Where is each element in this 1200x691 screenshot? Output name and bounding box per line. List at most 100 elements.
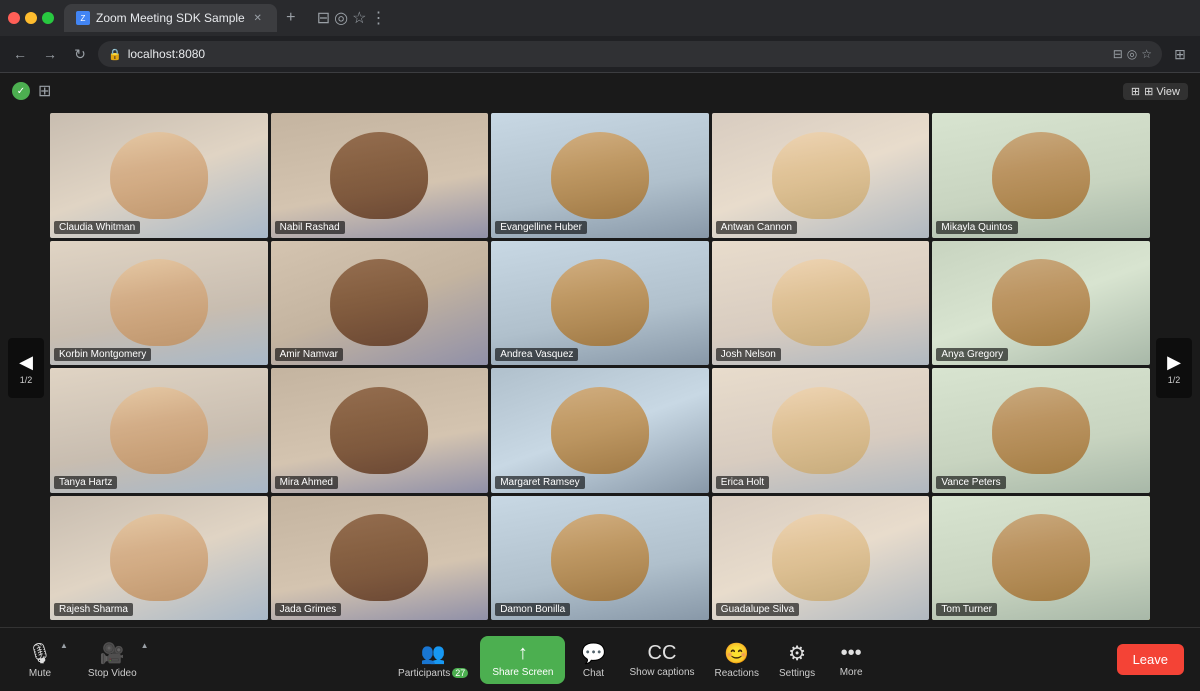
video-cell[interactable]: Tanya Hartz [50,368,268,493]
video-cell[interactable]: Mikayla Quintos [932,113,1150,238]
video-grid-container: ◀ 1/2 Claudia Whitman Nabil Rashad Evangel… [0,109,1200,627]
video-cell[interactable]: Korbin Montgomery [50,241,268,366]
menu-icon[interactable]: ⋮ [370,8,386,28]
participant-name-label: Vance Peters [936,476,1005,489]
share-screen-button[interactable]: ↑ Share Screen [480,636,565,684]
more-label: More [840,667,863,678]
video-cell[interactable]: Amir Namvar [271,241,489,366]
stop-video-label: Stop Video [88,668,137,679]
participant-name-label: Anya Gregory [936,348,1008,361]
connection-status-icon: ✓ [12,82,30,100]
participants-label: Participants [398,668,450,679]
zoom-app: ✓ ⊞ ⊞ ⊞ View ◀ 1/2 Claudia Whitman Nabil … [0,73,1200,691]
toolbar-left: 🎙 Mute ▲ 🎥 Stop Video ▲ [16,637,149,683]
video-arrow-icon[interactable]: ▲ [141,641,149,650]
participant-name-label: Mira Ahmed [275,476,338,489]
stop-video-button-group: 🎥 Stop Video ▲ [80,637,149,683]
extensions-button[interactable]: ⊞ [1168,42,1192,66]
star-icon[interactable]: ☆ [352,8,366,28]
address-bar-row: ← → ↻ 🔒 localhost:8080 ⊟ ◎ ☆ ⊞ [0,36,1200,72]
video-cell[interactable]: Claudia Whitman [50,113,268,238]
video-cell[interactable]: Evangelline Huber [491,113,709,238]
more-icon: ••• [841,642,862,665]
captions-label: Show captions [629,667,694,678]
participant-name-label: Korbin Montgomery [54,348,151,361]
video-cell[interactable]: Jada Grimes [271,496,489,621]
more-button[interactable]: ••• More [827,638,875,682]
share-screen-label: Share Screen [492,667,553,678]
video-cell[interactable]: Anya Gregory [932,241,1150,366]
participant-name-label: Jada Grimes [275,603,342,616]
video-cell[interactable]: Vance Peters [932,368,1150,493]
video-cell[interactable]: Nabil Rashad [271,113,489,238]
captions-icon: CC [648,642,677,665]
participant-name-label: Tanya Hartz [54,476,117,489]
back-button[interactable]: ← [8,42,32,66]
minimize-window-button[interactable] [25,12,37,24]
participant-name-label: Andrea Vasquez [495,348,578,361]
settings-button[interactable]: ⚙ Settings [771,637,823,683]
maximize-window-button[interactable] [42,12,54,24]
settings-icon: ⚙ [788,641,806,666]
forward-button[interactable]: → [38,42,62,66]
video-cell[interactable]: Antwan Cannon [712,113,930,238]
title-bar: Z Zoom Meeting SDK Sample ✕ + ⊟ ◎ ☆ ⋮ [0,0,1200,36]
participants-icon: 👥 [421,641,446,666]
grid-view-icon[interactable]: ⊞ [38,81,51,101]
video-cell[interactable]: Rajesh Sharma [50,496,268,621]
video-cell[interactable]: Tom Turner [932,496,1150,621]
share-screen-icon: ↑ [518,642,528,665]
browser-chrome: Z Zoom Meeting SDK Sample ✕ + ⊟ ◎ ☆ ⋮ ← … [0,0,1200,73]
reactions-button[interactable]: 😊 Reactions [707,637,767,683]
url-display: localhost:8080 [128,47,205,61]
participant-name-label: Amir Namvar [275,348,343,361]
participant-name-label: Josh Nelson [716,348,781,361]
profile-address-icon[interactable]: ◎ [1127,47,1137,61]
profile-icon[interactable]: ◎ [334,8,348,28]
page-indicator-left: 1/2 [20,375,33,385]
tab-title: Zoom Meeting SDK Sample [96,11,245,25]
participant-name-label: Nabil Rashad [275,221,345,234]
bookmark-address-icon[interactable]: ⊟ [1113,47,1123,61]
address-bar[interactable]: 🔒 localhost:8080 ⊟ ◎ ☆ [98,41,1162,67]
participant-name-label: Tom Turner [936,603,997,616]
previous-page-button[interactable]: ◀ 1/2 [8,338,44,398]
browser-tab[interactable]: Z Zoom Meeting SDK Sample ✕ [64,4,277,32]
video-cell[interactable]: Margaret Ramsey [491,368,709,493]
tab-favicon: Z [76,11,90,25]
video-cell[interactable]: Mira Ahmed [271,368,489,493]
address-bar-icons: ⊟ ◎ ☆ [1113,47,1152,61]
video-cell[interactable]: Damon Bonilla [491,496,709,621]
video-cell[interactable]: Josh Nelson [712,241,930,366]
video-cell[interactable]: Erica Holt [712,368,930,493]
zoom-top-right: ⊞ ⊞ View [1123,83,1188,100]
view-button[interactable]: ⊞ ⊞ View [1123,83,1188,100]
participants-button[interactable]: 👥 Participants27 [390,637,476,683]
participant-name-label: Damon Bonilla [495,603,570,616]
participant-name-label: Erica Holt [716,476,769,489]
bookmark-icon[interactable]: ⊟ [317,8,330,28]
video-icon: 🎥 [100,641,125,666]
reactions-icon: 😊 [724,641,749,666]
video-grid: Claudia Whitman Nabil Rashad Evangelline H… [50,109,1150,627]
leave-button[interactable]: Leave [1117,644,1184,675]
refresh-button[interactable]: ↻ [68,42,92,66]
browser-top-right: ⊟ ◎ ☆ ⋮ [317,8,387,28]
captions-button[interactable]: CC Show captions [621,638,702,682]
next-page-button[interactable]: ▶ 1/2 [1156,338,1192,398]
star-address-icon[interactable]: ☆ [1141,47,1152,61]
mute-button[interactable]: 🎙 Mute [16,637,64,683]
tab-close-button[interactable]: ✕ [251,11,265,25]
stop-video-button[interactable]: 🎥 Stop Video [80,637,145,683]
zoom-top-left: ✓ ⊞ [12,81,51,101]
participant-name-label: Mikayla Quintos [936,221,1017,234]
participants-badge: 27 [452,668,468,678]
new-tab-button[interactable]: + [279,6,303,30]
close-window-button[interactable] [8,12,20,24]
video-cell[interactable]: Andrea Vasquez [491,241,709,366]
participant-name-label: Guadalupe Silva [716,603,799,616]
mute-arrow-icon[interactable]: ▲ [60,641,68,650]
chat-button[interactable]: 💬 Chat [569,637,617,683]
video-cell[interactable]: Guadalupe Silva [712,496,930,621]
participant-name-label: Evangelline Huber [495,221,587,234]
